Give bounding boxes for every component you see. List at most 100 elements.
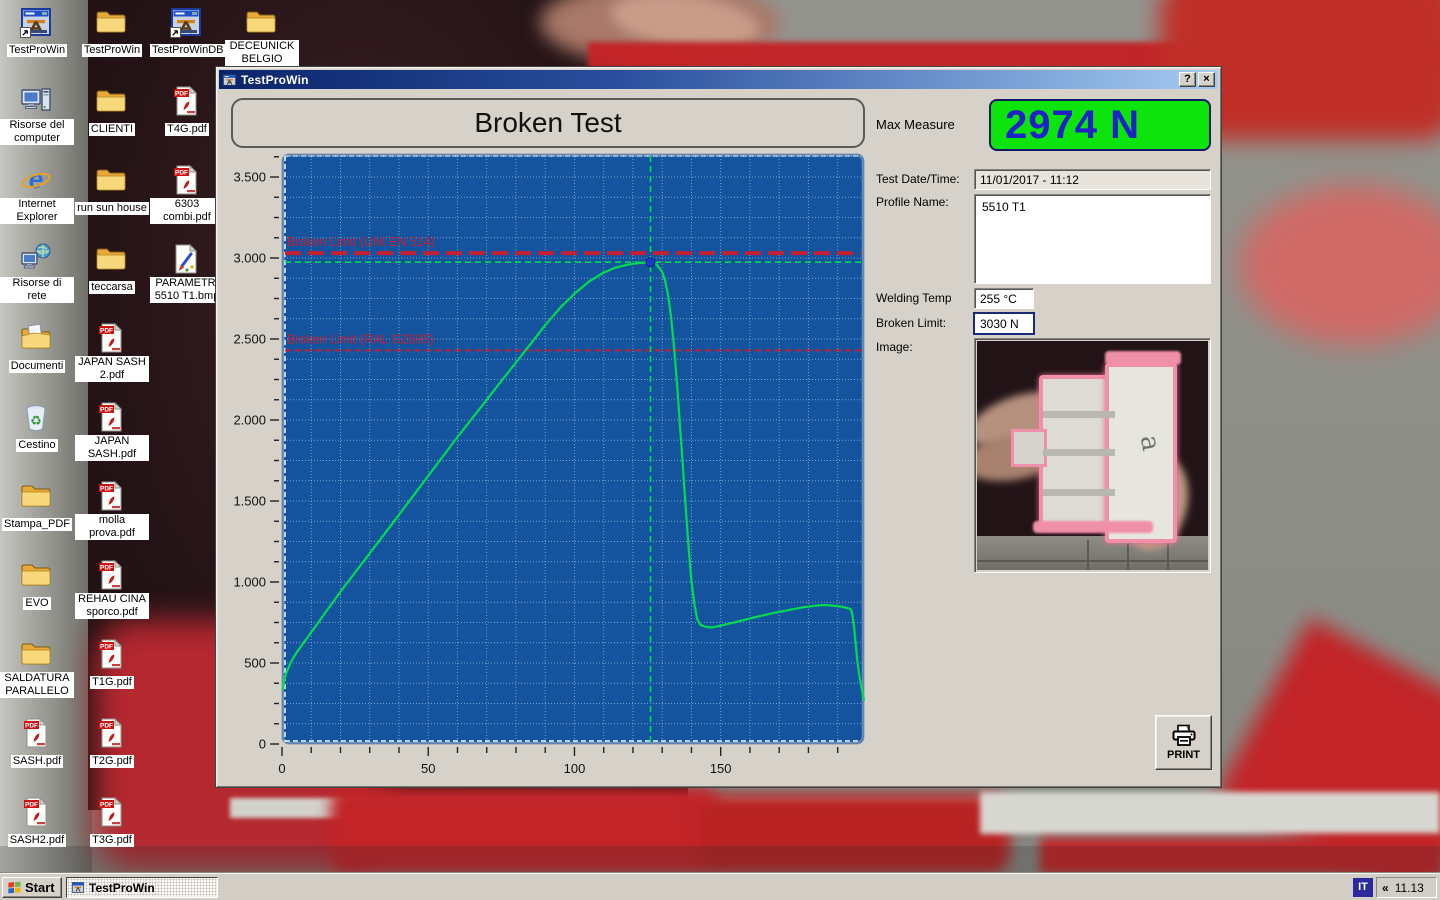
- folder-icon: [20, 559, 54, 591]
- taskbar-task-testprowin[interactable]: TestProWin: [66, 877, 218, 898]
- desktop-icon-sash-pdf[interactable]: PDFSASH.pdf: [0, 717, 74, 769]
- folder-icon: [20, 480, 54, 512]
- desktop-icon-saldatura-parallelo[interactable]: SALDATURA PARALLELO: [0, 638, 74, 699]
- upper-limit-label: Broken Limit (UNI EN 514): [287, 235, 435, 249]
- y-tick-label: 500: [244, 656, 266, 671]
- desktop-icon-testprowin[interactable]: TestProWin: [0, 6, 74, 58]
- desktop-icon-label: Risorse del computer: [0, 119, 74, 145]
- desktop-icon-risorse-del-computer[interactable]: Risorse del computer: [0, 85, 74, 146]
- desktop-icon-japan-sash-pdf[interactable]: PDFJAPAN SASH.pdf: [75, 401, 149, 462]
- taskbar: Start TestProWin IT « 11.13: [0, 873, 1440, 900]
- desktop-icon-clienti[interactable]: CLIENTI: [75, 85, 149, 137]
- folder-icon: [20, 638, 54, 670]
- tray-chevron-button[interactable]: «: [1382, 881, 1389, 895]
- desktop-icon-rehau-cina-sporco-pdf[interactable]: PDF REHAU CINA sporco.pdf: [75, 559, 149, 620]
- desktop-icon-label: T3G.pdf: [90, 834, 134, 847]
- desktop-icon-6303-combi-pdf[interactable]: PDF6303 combi.pdf: [150, 164, 224, 225]
- max-measure-value: 2974 N: [989, 99, 1211, 151]
- pdf-icon: PDF: [95, 638, 129, 670]
- help-button[interactable]: ?: [1179, 72, 1196, 87]
- svg-text:PDF: PDF: [100, 723, 113, 730]
- desktop-icon-label: JAPAN SASH.pdf: [75, 435, 149, 461]
- broken-limit-field[interactable]: 3030 N: [973, 312, 1035, 335]
- desktop-icon-label: REHAU CINA sporco.pdf: [75, 593, 149, 619]
- max-measure-label: Max Measure: [876, 117, 955, 132]
- app-icon: [71, 881, 85, 894]
- svg-text:PDF: PDF: [100, 328, 113, 335]
- desktop-icon-japan-sash-2-pdf[interactable]: PDF JAPAN SASH 2.pdf: [75, 322, 149, 383]
- desktop-icon-risorse-di-rete[interactable]: Risorse di rete: [0, 243, 74, 304]
- test-datetime-field[interactable]: 11/01/2017 - 11:12: [974, 169, 1211, 190]
- x-tick-label: 150: [710, 761, 732, 776]
- pdf-icon: PDF: [95, 559, 129, 591]
- desktop-icon-t4g-pdf[interactable]: PDFT4G.pdf: [150, 85, 224, 137]
- printer-icon: [1171, 724, 1197, 748]
- windows-logo-icon: [7, 881, 22, 895]
- app-icon: [20, 6, 54, 38]
- pdf-icon: PDF: [95, 717, 129, 749]
- recycle-bin-icon: ♻: [20, 401, 54, 433]
- svg-text:♻: ♻: [30, 413, 42, 428]
- start-button[interactable]: Start: [2, 877, 62, 898]
- pdf-icon: PDF: [95, 401, 129, 433]
- x-tick-label: 0: [278, 761, 285, 776]
- desktop-icon-evo[interactable]: EVO: [0, 559, 74, 611]
- desktop-icon-testprowin[interactable]: TestProWin: [75, 6, 149, 58]
- svg-text:PDF: PDF: [25, 802, 38, 809]
- desktop-icon-run-sun-house[interactable]: run sun house: [75, 164, 149, 216]
- pdf-icon: PDF: [20, 717, 54, 749]
- profile-name-field[interactable]: 5510 T1: [974, 194, 1211, 284]
- svg-text:PDF: PDF: [100, 802, 113, 809]
- folder-icon: [95, 85, 129, 117]
- pdf-icon: PDF: [20, 796, 54, 828]
- force-chart: 05001.0001.5002.0002.5003.0003.500050100…: [229, 152, 889, 780]
- app-icon: [170, 6, 204, 38]
- desktop-icon-label: T2G.pdf: [90, 755, 134, 768]
- language-indicator[interactable]: IT: [1353, 878, 1373, 897]
- print-button-label: PRINT: [1167, 749, 1200, 761]
- x-tick-label: 50: [421, 761, 435, 776]
- lower-limit-label: Broken Limit (RAL GZ695): [287, 332, 434, 346]
- desktop-icon-parametri-5510-t1-bmp[interactable]: PARAMETRI 5510 T1.bmp: [150, 243, 224, 304]
- window-titlebar[interactable]: TestProWin ? ×: [219, 70, 1218, 89]
- desktop-icon-sash2-pdf[interactable]: PDFSASH2.pdf: [0, 796, 74, 848]
- desktop-icon-teccarsa[interactable]: teccarsa: [75, 243, 149, 295]
- desktop-icon-cestino[interactable]: ♻Cestino: [0, 401, 74, 453]
- desktop-icon-label: Documenti: [9, 360, 66, 373]
- y-tick-label: 3.500: [233, 170, 266, 185]
- desktop-icon-label: DECEUNICK BELGIO: [225, 40, 299, 66]
- desktop-icon-label: EVO: [23, 597, 50, 610]
- image-label: Image:: [876, 340, 913, 354]
- svg-text:PDF: PDF: [175, 170, 188, 177]
- desktop-icon-label: run sun house: [75, 202, 149, 215]
- desktop-icon-label: Internet Explorer: [0, 198, 74, 224]
- svg-text:PDF: PDF: [100, 486, 113, 493]
- desktop-icon-t1g-pdf[interactable]: PDFT1G.pdf: [75, 638, 149, 690]
- network-icon: [20, 243, 54, 275]
- pdf-icon: PDF: [95, 480, 129, 512]
- svg-text:PDF: PDF: [100, 565, 113, 572]
- desktop-icon-label: JAPAN SASH 2.pdf: [75, 356, 149, 382]
- start-button-label: Start: [25, 880, 55, 895]
- welding-temp-field[interactable]: 255 °C: [974, 288, 1034, 309]
- pdf-icon: PDF: [95, 322, 129, 354]
- desktop-icon-label: molla prova.pdf: [75, 514, 149, 540]
- documents-folder-icon: [20, 322, 54, 354]
- x-tick-label: 100: [564, 761, 586, 776]
- taskbar-clock[interactable]: 11.13: [1395, 881, 1424, 895]
- desktop-icon-t2g-pdf[interactable]: PDF T2G.pdf: [75, 717, 149, 769]
- desktop-icon-documenti[interactable]: Documenti: [0, 322, 74, 374]
- folder-icon: [95, 164, 129, 196]
- pdf-icon: PDF: [95, 796, 129, 828]
- close-button[interactable]: ×: [1198, 72, 1215, 87]
- ie-icon: e: [20, 164, 54, 196]
- pdf-icon: PDF: [170, 164, 204, 196]
- desktop-icon-deceunick-belgio[interactable]: DECEUNICK BELGIO: [225, 6, 299, 67]
- svg-text:PDF: PDF: [100, 644, 113, 651]
- desktop-icon-testprowindb[interactable]: TestProWinDB: [150, 6, 224, 58]
- desktop-icon-molla-prova-pdf[interactable]: PDF molla prova.pdf: [75, 480, 149, 541]
- desktop-icon-internet-explorer[interactable]: eInternet Explorer: [0, 164, 74, 225]
- print-button[interactable]: PRINT: [1155, 715, 1212, 770]
- desktop-icon-stampa-pdf[interactable]: Stampa_PDF: [0, 480, 74, 532]
- desktop-icon-t3g-pdf[interactable]: PDF T3G.pdf: [75, 796, 149, 848]
